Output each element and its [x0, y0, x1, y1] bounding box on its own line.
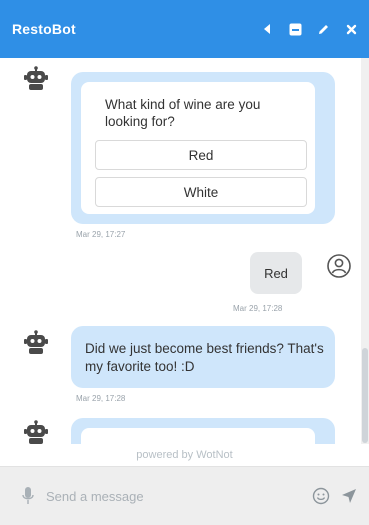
back-arrow-icon[interactable] [259, 21, 275, 37]
bot-avatar-icon [24, 420, 48, 444]
bot-avatar-icon [24, 66, 48, 92]
user-message-bubble: Red [250, 252, 302, 294]
next-card [81, 428, 315, 444]
message-composer [0, 466, 369, 525]
message-input[interactable] [46, 483, 296, 509]
emoji-icon[interactable] [312, 487, 330, 505]
scrollbar-thumb[interactable] [362, 348, 368, 443]
bot-next-bubble [71, 418, 335, 444]
question-timestamp: Mar 29, 17:27 [76, 230, 126, 239]
bot-reply-timestamp: Mar 29, 17:28 [76, 394, 126, 403]
edit-icon[interactable] [315, 21, 331, 37]
user-avatar-icon [326, 253, 352, 279]
user-timestamp: Mar 29, 17:28 [233, 304, 283, 313]
bot-reply-text: Did we just become best friends? That's … [85, 341, 324, 374]
bot-title: RestoBot [12, 21, 76, 37]
send-icon[interactable] [341, 488, 357, 504]
microphone-icon[interactable] [22, 487, 34, 505]
user-message-text: Red [264, 265, 288, 281]
minimize-icon[interactable] [287, 21, 303, 37]
chat-conversation[interactable]: What kind of wine are you looking for? R… [0, 58, 369, 444]
powered-by-label: powered by WotNot [0, 444, 369, 466]
chat-header: RestoBot [0, 0, 369, 58]
option-white-button[interactable]: White [95, 177, 307, 207]
conversation-scrollbar[interactable] [361, 58, 369, 444]
bot-reply-bubble: Did we just become best friends? That's … [71, 326, 335, 388]
bot-question-bubble: What kind of wine are you looking for? R… [71, 72, 335, 224]
question-text: What kind of wine are you looking for? [105, 97, 261, 129]
close-icon[interactable] [343, 21, 359, 37]
header-actions [259, 0, 359, 58]
question-card: What kind of wine are you looking for? R… [81, 82, 315, 214]
option-red-button[interactable]: Red [95, 140, 307, 170]
bot-avatar-icon [24, 330, 48, 356]
